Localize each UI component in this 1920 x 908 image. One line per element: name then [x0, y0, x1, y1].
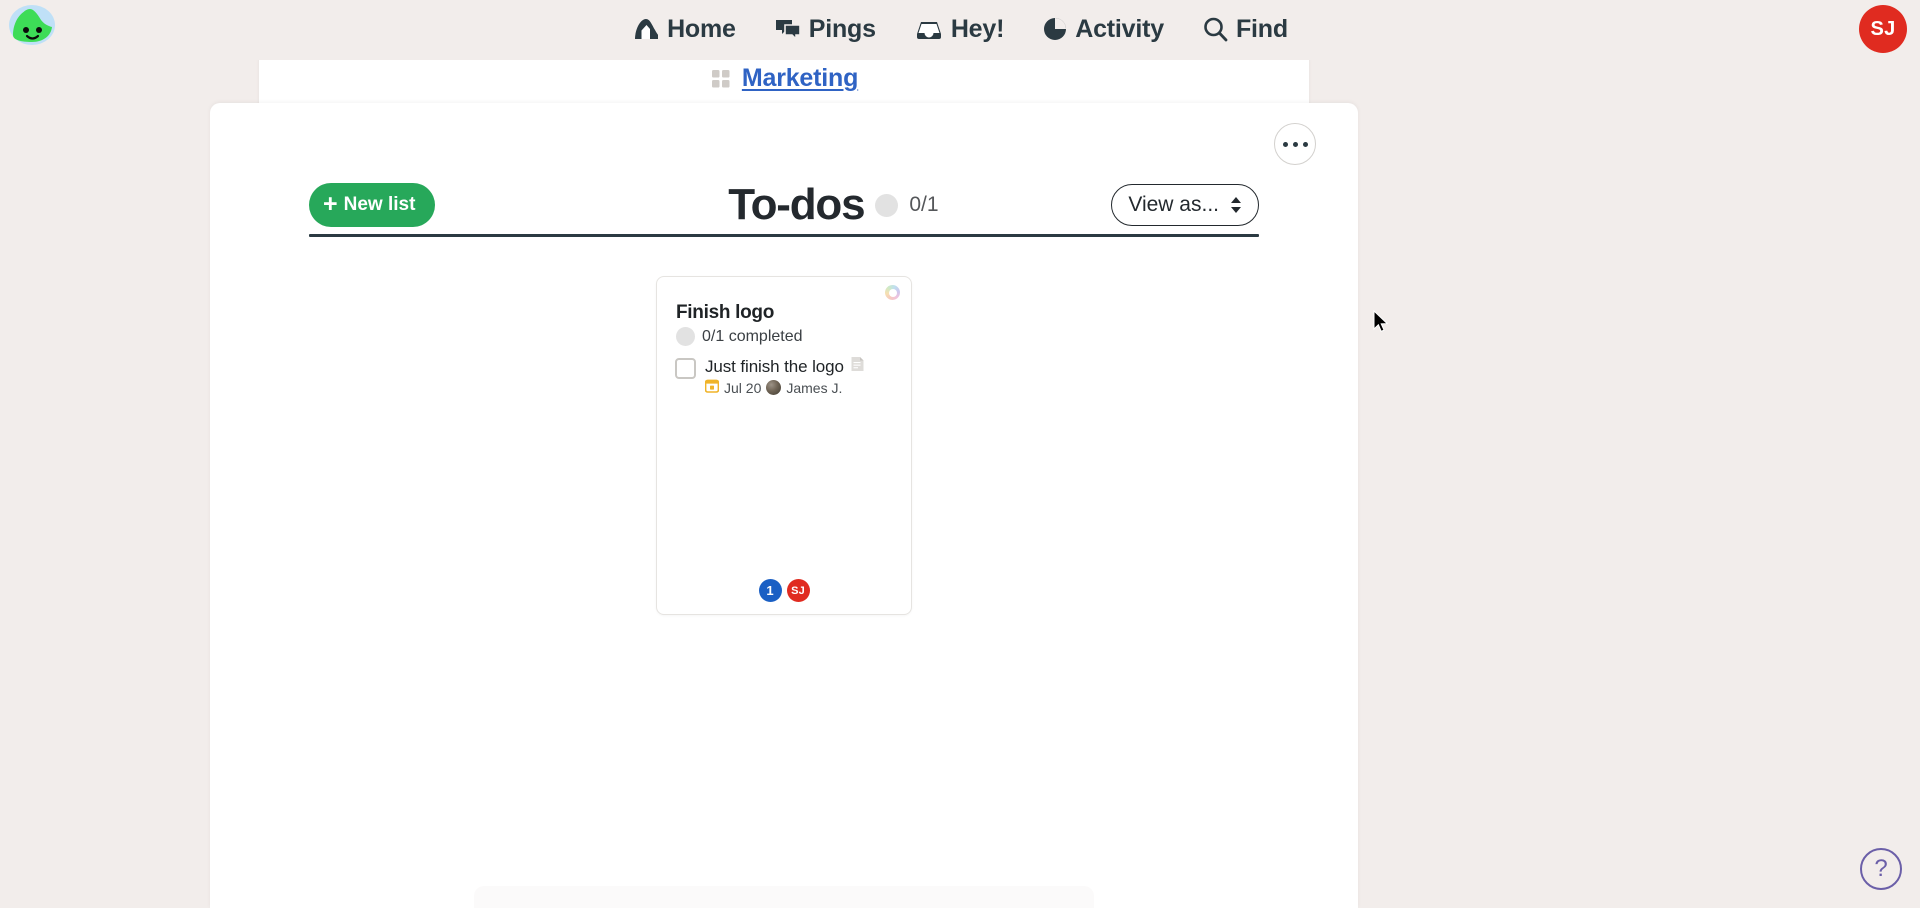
view-as-label: View as...	[1128, 193, 1219, 216]
new-list-label: New list	[343, 194, 416, 215]
grid-squares-icon	[710, 68, 732, 90]
document-lines-icon	[850, 356, 865, 377]
todo-item[interactable]: Just finish the logo Jul 20 James J.	[675, 356, 895, 396]
inbox-tray-icon	[914, 16, 944, 42]
more-dot-2	[1292, 141, 1298, 147]
todo-list-title: Finish logo	[676, 302, 775, 323]
todo-checkbox[interactable]	[675, 358, 696, 379]
top-navigation-bar: Home Pings Hey! Activity Find SJ	[0, 0, 1920, 60]
header-divider	[309, 234, 1259, 237]
nav-item-activity[interactable]: Activity	[1042, 15, 1164, 44]
more-dot-3	[1302, 141, 1308, 147]
todo-list-progress: 0/1 completed	[676, 327, 803, 346]
comment-count-badge[interactable]: 1	[758, 579, 782, 602]
up-down-chevrons-icon	[1230, 196, 1242, 214]
more-options-button[interactable]	[1274, 123, 1316, 165]
progress-ring-icon	[875, 193, 899, 217]
chat-bubbles-icon	[774, 16, 802, 42]
mouse-cursor	[1373, 309, 1390, 339]
todo-item-meta: Jul 20 James J.	[704, 379, 865, 396]
new-list-button[interactable]: + New list	[309, 183, 436, 227]
question-mark-icon: ?	[1874, 855, 1888, 882]
help-button[interactable]: ?	[1860, 848, 1902, 890]
view-as-dropdown[interactable]: View as...	[1111, 184, 1259, 226]
nav-label-pings: Pings	[808, 14, 876, 43]
todo-due-date: Jul 20	[724, 379, 762, 396]
home-icon	[632, 16, 660, 42]
rainbow-ring-icon	[885, 285, 900, 300]
account-avatar[interactable]: SJ	[1859, 5, 1907, 53]
todo-item-title: Just finish the logo	[705, 356, 844, 376]
todos-panel: + New list To-dos 0/1 View as... Finish …	[210, 103, 1358, 908]
nav-item-hey[interactable]: Hey!	[914, 15, 1004, 44]
more-dot-1	[1282, 141, 1288, 147]
nav-item-home[interactable]: Home	[632, 15, 736, 44]
pie-clock-icon	[1042, 16, 1068, 42]
member-avatar-badge[interactable]: SJ	[786, 579, 810, 602]
progress-dot-icon	[676, 327, 695, 346]
bottom-sheet-handle[interactable]	[474, 886, 1094, 908]
magnifier-icon	[1202, 16, 1229, 43]
project-name-link[interactable]: Marketing	[742, 64, 858, 93]
nav-item-find[interactable]: Find	[1202, 15, 1288, 44]
todo-card-footer: 1 SJ	[657, 579, 911, 602]
assignee-avatar	[766, 380, 782, 395]
nav-label-hey: Hey!	[950, 14, 1005, 43]
todo-item-text-row: Just finish the logo	[705, 356, 865, 377]
todos-header-row: + New list To-dos 0/1 View as...	[309, 175, 1259, 235]
progress-count: 0/1	[909, 193, 939, 216]
nav-label-find: Find	[1235, 14, 1288, 43]
todo-list-card[interactable]: Finish logo 0/1 completed Just finish th…	[656, 276, 912, 615]
todo-assignee: James J.	[786, 379, 843, 396]
main-nav: Home Pings Hey! Activity Find	[0, 0, 1920, 58]
account-avatar-initials: SJ	[1870, 17, 1896, 40]
nav-item-pings[interactable]: Pings	[774, 15, 876, 44]
todo-list-completed-text: 0/1 completed	[702, 327, 803, 345]
nav-label-activity: Activity	[1075, 14, 1164, 43]
todo-item-content: Just finish the logo Jul 20 James J.	[704, 356, 865, 396]
plus-icon: +	[323, 189, 338, 218]
page-title-group: To-dos 0/1	[728, 151, 938, 260]
breadcrumb: Marketing	[259, 64, 1309, 93]
calendar-icon	[704, 379, 720, 396]
page-title: To-dos	[728, 180, 865, 229]
nav-label-home: Home	[667, 14, 736, 43]
